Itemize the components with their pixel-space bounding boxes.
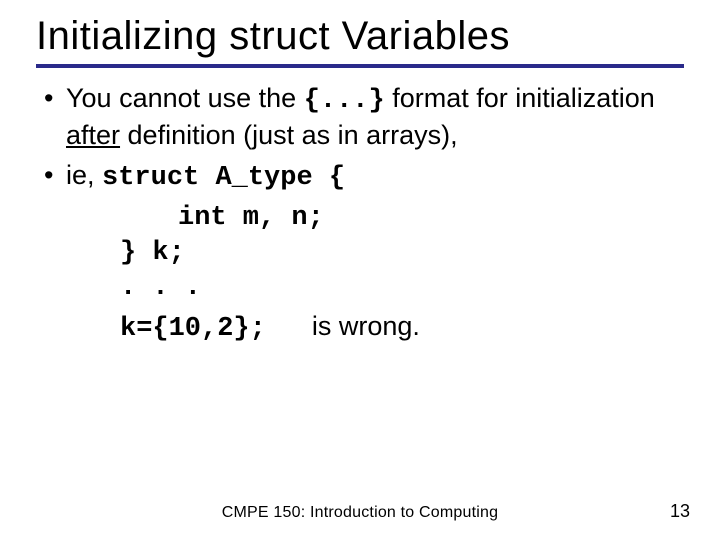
code-assignment: k={10,2}; — [120, 314, 266, 344]
code-struct-decl: struct A_type { — [102, 163, 345, 193]
inline-code-braces: {...} — [304, 86, 385, 116]
slide-title: Initializing struct Variables — [0, 0, 720, 62]
text-underlined-after: after — [66, 120, 120, 150]
bullet-item-2: • ie, struct A_type { — [44, 159, 676, 196]
code-line-ellipsis: . . . — [120, 271, 676, 306]
code-block: int m, n; } k; . . . k={10,2}; is wrong. — [66, 201, 676, 346]
bullet-marker: • — [44, 159, 66, 196]
code-line-members: int m, n; — [178, 201, 676, 236]
bullet-text-2: ie, struct A_type { — [66, 159, 676, 196]
text-post: definition (just as in arrays), — [120, 120, 458, 150]
bullet-item-1: • You cannot use the {...} format for in… — [44, 82, 676, 153]
text-ie: ie, — [66, 160, 102, 190]
bullet-marker: • — [44, 82, 66, 153]
slide-body: • You cannot use the {...} format for in… — [0, 68, 720, 347]
text-mid: format for initialization — [385, 83, 655, 113]
code-line-assignment: k={10,2}; is wrong. — [120, 309, 676, 347]
slide: Initializing struct Variables • You cann… — [0, 0, 720, 540]
footer-page-number: 13 — [670, 501, 690, 522]
text-pre: You cannot use the — [66, 83, 304, 113]
bullet-text-1: You cannot use the {...} format for init… — [66, 82, 676, 153]
text-is-wrong: is wrong. — [312, 311, 420, 341]
footer-course: CMPE 150: Introduction to Computing — [0, 504, 720, 522]
code-line-close: } k; — [120, 236, 676, 271]
